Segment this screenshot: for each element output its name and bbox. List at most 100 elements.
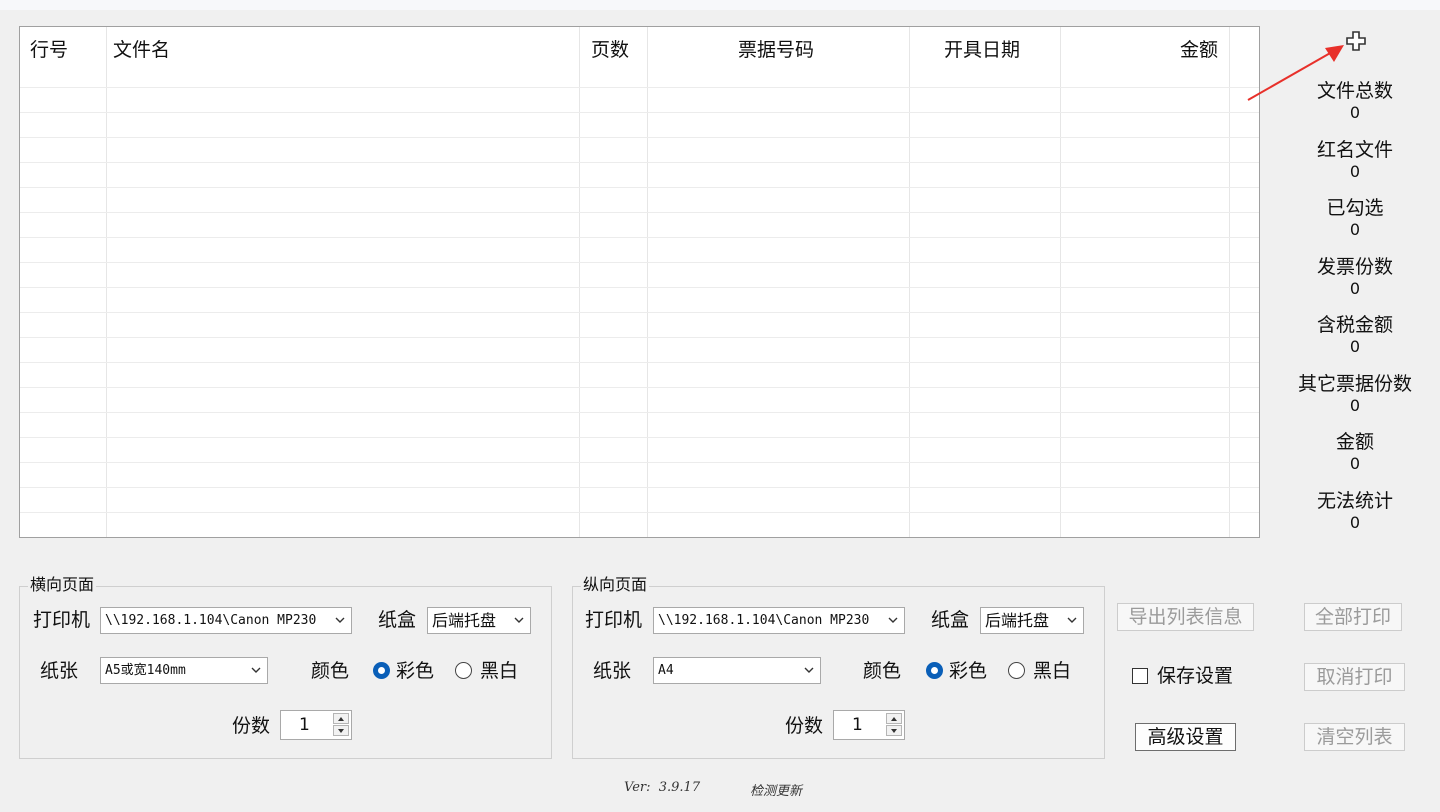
- table-row-line: [20, 287, 1259, 288]
- save-settings-label[interactable]: 保存设置: [1157, 665, 1233, 687]
- col-header-invoice-number[interactable]: 票据号码: [738, 27, 814, 87]
- landscape-bw-radio[interactable]: [455, 662, 472, 679]
- landscape-paper-label: 纸张: [40, 660, 79, 682]
- landscape-copies-value: 1: [299, 715, 310, 735]
- landscape-color-radio[interactable]: [373, 662, 390, 679]
- stat-label: 发票份数: [1316, 256, 1393, 278]
- portrait-paper-label: 纸张: [593, 660, 632, 682]
- version-label: Ver: 3.9.17: [624, 780, 701, 795]
- table-row-line: [20, 412, 1259, 413]
- portrait-printer-select[interactable]: \\192.168.1.104\Canon MP230: [653, 607, 905, 634]
- chevron-down-icon: [251, 667, 261, 673]
- stat-label: 文件总数: [1316, 80, 1393, 102]
- portrait-tray-select[interactable]: 后端托盘: [980, 607, 1084, 634]
- portrait-paper-select[interactable]: A4: [653, 657, 821, 684]
- portrait-color-label: 颜色: [863, 660, 902, 682]
- portrait-color-radio[interactable]: [926, 662, 943, 679]
- stat-value: 0: [1349, 220, 1361, 239]
- stat-checked: 已勾选 0: [1290, 197, 1420, 239]
- landscape-printer-label: 打印机: [33, 609, 91, 631]
- col-header-row-number[interactable]: 行号: [30, 27, 68, 87]
- title-strip: [0, 0, 1440, 10]
- advanced-settings-button[interactable]: 高级设置: [1135, 723, 1236, 751]
- table-row-line: [20, 462, 1259, 463]
- stat-amount: 金额 0: [1290, 431, 1420, 473]
- stat-value: 0: [1349, 454, 1361, 473]
- table-row-line: [20, 162, 1259, 163]
- col-header-issue-date[interactable]: 开具日期: [944, 27, 1020, 87]
- table-row-line: [20, 112, 1259, 113]
- increment-button[interactable]: [333, 713, 349, 724]
- landscape-color-label: 颜色: [311, 660, 350, 682]
- stat-value: 0: [1349, 513, 1361, 532]
- landscape-color-option[interactable]: 彩色: [396, 660, 434, 682]
- landscape-printer-value: \\192.168.1.104\Canon MP230: [105, 613, 317, 628]
- portrait-tray-value: 后端托盘: [985, 611, 1050, 630]
- landscape-tray-value: 后端托盘: [432, 611, 497, 630]
- table-row-line: [20, 362, 1259, 363]
- decrement-button[interactable]: [333, 725, 349, 736]
- save-settings-checkbox[interactable]: [1132, 668, 1148, 684]
- table-row-line: [20, 337, 1259, 338]
- stat-value: 0: [1349, 337, 1361, 356]
- table-row-line: [20, 312, 1259, 313]
- stat-label: 其它票据份数: [1297, 373, 1412, 395]
- chevron-down-icon: [1067, 617, 1077, 623]
- landscape-tray-label: 纸盒: [378, 609, 417, 631]
- chevron-down-icon: [514, 617, 524, 623]
- landscape-tray-select[interactable]: 后端托盘: [427, 607, 531, 634]
- table-row-line: [20, 137, 1259, 138]
- portrait-paper-value: A4: [658, 663, 674, 678]
- table-row-line: [20, 512, 1259, 513]
- increment-button[interactable]: [886, 713, 902, 724]
- table-row-line: [20, 87, 1259, 88]
- print-all-button[interactable]: 全部打印: [1304, 603, 1402, 631]
- landscape-paper-select[interactable]: A5或宽140mm: [100, 657, 268, 684]
- landscape-group-title: 横向页面: [28, 575, 97, 594]
- stat-uncountable: 无法统计 0: [1290, 490, 1420, 532]
- decrement-button[interactable]: [886, 725, 902, 736]
- portrait-tray-label: 纸盒: [931, 609, 970, 631]
- clear-list-button[interactable]: 清空列表: [1304, 723, 1405, 751]
- table-row-line: [20, 187, 1259, 188]
- stat-label: 无法统计: [1316, 490, 1393, 512]
- landscape-copies-stepper[interactable]: 1: [280, 710, 352, 740]
- file-table[interactable]: 行号 文件名 页数 票据号码 开具日期 金额: [19, 26, 1260, 538]
- table-row-line: [20, 437, 1259, 438]
- landscape-copies-label: 份数: [232, 715, 271, 737]
- portrait-bw-radio[interactable]: [1008, 662, 1025, 679]
- stat-value: 0: [1349, 103, 1361, 122]
- check-update-link[interactable]: 检测更新: [750, 780, 802, 799]
- portrait-color-option[interactable]: 彩色: [949, 660, 987, 682]
- cancel-print-button[interactable]: 取消打印: [1304, 663, 1405, 691]
- stat-total-files: 文件总数 0: [1290, 80, 1420, 122]
- table-header: 行号 文件名 页数 票据号码 开具日期 金额: [20, 27, 1259, 87]
- stat-label: 金额: [1335, 431, 1374, 453]
- stat-value: 0: [1349, 279, 1361, 298]
- portrait-group-title: 纵向页面: [581, 575, 650, 594]
- landscape-printer-select[interactable]: \\192.168.1.104\Canon MP230: [100, 607, 352, 634]
- stat-invoice-count: 发票份数 0: [1290, 256, 1420, 298]
- landscape-bw-option[interactable]: 黑白: [480, 660, 518, 682]
- portrait-copies-label: 份数: [785, 715, 824, 737]
- stat-value: 0: [1349, 396, 1361, 415]
- col-header-pages[interactable]: 页数: [591, 27, 629, 87]
- stat-tax-included-amount: 含税金额 0: [1290, 314, 1420, 356]
- stat-label: 红名文件: [1316, 139, 1393, 161]
- table-row-line: [20, 262, 1259, 263]
- col-header-amount[interactable]: 金额: [1180, 27, 1218, 87]
- table-row-line: [20, 387, 1259, 388]
- stat-red-files: 红名文件 0: [1290, 139, 1420, 181]
- stat-label: 含税金额: [1316, 314, 1393, 336]
- portrait-printer-value: \\192.168.1.104\Canon MP230: [658, 613, 870, 628]
- stat-value: 0: [1349, 162, 1361, 181]
- col-header-filename[interactable]: 文件名: [113, 27, 170, 87]
- portrait-bw-option[interactable]: 黑白: [1033, 660, 1071, 682]
- chevron-down-icon: [888, 617, 898, 623]
- export-list-button[interactable]: 导出列表信息: [1117, 603, 1254, 631]
- table-row-line: [20, 212, 1259, 213]
- portrait-copies-stepper[interactable]: 1: [833, 710, 905, 740]
- stat-other-receipts: 其它票据份数 0: [1290, 373, 1420, 415]
- chevron-down-icon: [804, 667, 814, 673]
- landscape-paper-value: A5或宽140mm: [105, 663, 186, 678]
